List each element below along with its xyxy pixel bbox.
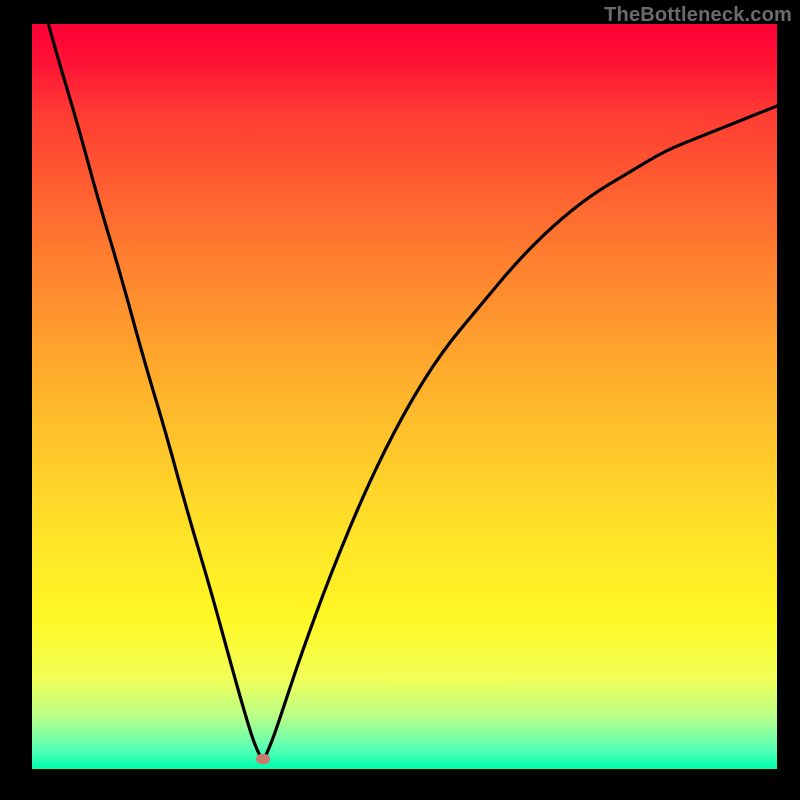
optimal-point-marker — [256, 754, 270, 764]
plot-area — [32, 24, 777, 769]
chart-container: TheBottleneck.com — [0, 0, 800, 800]
watermark-text: TheBottleneck.com — [604, 4, 792, 27]
bottleneck-curve — [32, 24, 777, 769]
